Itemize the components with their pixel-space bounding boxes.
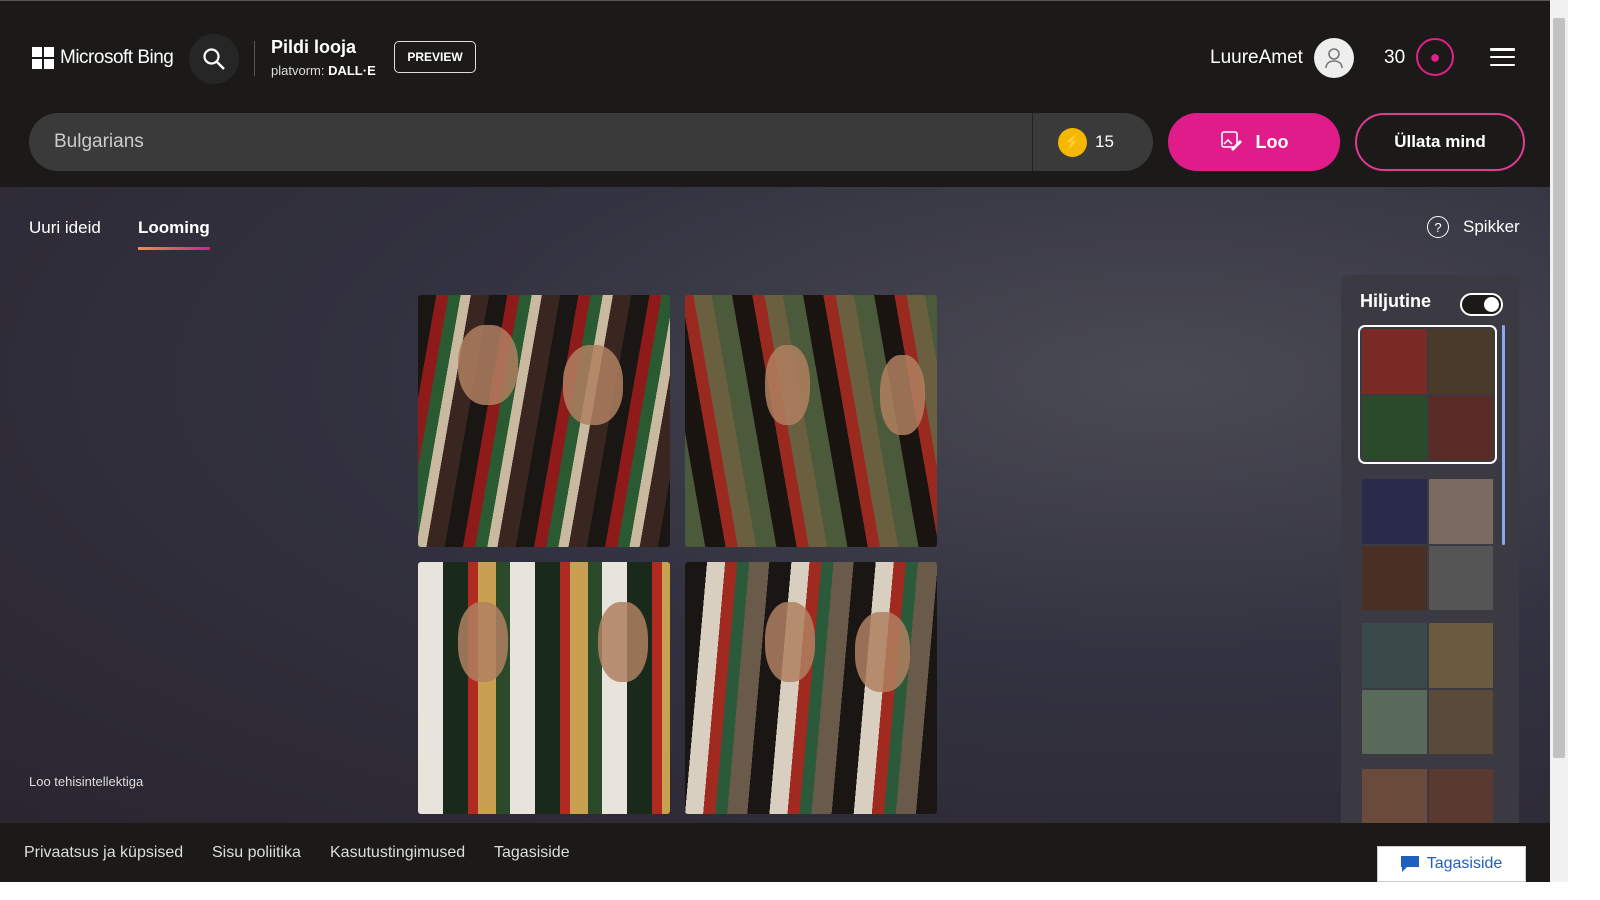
- image-create-icon: [1220, 131, 1242, 152]
- help-link[interactable]: ? Spikker: [1427, 216, 1520, 238]
- tab-creations[interactable]: Looming: [138, 218, 210, 250]
- bing-logo[interactable]: Microsoft Bing: [32, 47, 174, 69]
- scrollbar-thumb[interactable]: [1553, 18, 1565, 758]
- recent-panel: Hiljutine: [1341, 275, 1519, 823]
- page-title: Pildi looja: [271, 37, 357, 57]
- recent-scrollbar[interactable]: [1502, 325, 1505, 545]
- generated-image-4[interactable]: [685, 562, 937, 814]
- chat-icon: [1400, 856, 1419, 872]
- prompt-bar: ⚡ 15: [29, 113, 1153, 171]
- generated-image-1[interactable]: [418, 295, 670, 547]
- header: Microsoft Bing Pildi looja platvorm: DAL…: [0, 0, 1550, 187]
- tab-explore[interactable]: Uuri ideid: [29, 218, 101, 238]
- rewards-medal-icon[interactable]: ●: [1416, 38, 1454, 76]
- footer-terms-link[interactable]: Kasutustingimused: [330, 844, 465, 862]
- recent-title: Hiljutine: [1360, 291, 1431, 311]
- windows-logo-icon: [32, 47, 54, 69]
- recent-set-4[interactable]: [1362, 769, 1493, 823]
- username[interactable]: LuureAmet: [1210, 47, 1303, 69]
- help-icon: ?: [1427, 216, 1449, 238]
- blank-margin: [1568, 0, 1600, 900]
- boost-count: 15: [1095, 132, 1114, 151]
- search-button[interactable]: [189, 34, 239, 84]
- footer-privacy-link[interactable]: Privaatsus ja küpsised: [24, 844, 183, 862]
- user-icon: [1325, 48, 1343, 69]
- search-icon: [203, 48, 225, 70]
- create-label: Loo: [1255, 131, 1289, 152]
- rewards-points[interactable]: 30: [1384, 47, 1405, 69]
- prompt-input[interactable]: [54, 113, 1014, 171]
- generated-image-2[interactable]: [685, 295, 937, 547]
- footer-content-policy-link[interactable]: Sisu poliitika: [212, 844, 301, 862]
- create-button[interactable]: Loo: [1168, 113, 1340, 171]
- blank-margin-bottom: [0, 882, 1600, 900]
- feedback-label: Tagasiside: [1426, 855, 1503, 872]
- hamburger-menu-icon[interactable]: [1490, 48, 1515, 66]
- content-area: Uuri ideid Looming ? Spikker Loo tehisin…: [0, 187, 1550, 823]
- footer-feedback-link[interactable]: Tagasiside: [494, 844, 570, 862]
- generated-image-3[interactable]: [418, 562, 670, 814]
- boost-counter[interactable]: ⚡ 15: [1032, 113, 1153, 171]
- page-scrollbar[interactable]: [1550, 0, 1568, 882]
- lightning-icon: ⚡: [1058, 127, 1087, 157]
- recent-set-2[interactable]: [1362, 479, 1493, 610]
- avatar[interactable]: [1314, 38, 1354, 78]
- recent-toggle[interactable]: [1460, 293, 1503, 316]
- feedback-button[interactable]: Tagasiside: [1377, 846, 1526, 882]
- preview-badge[interactable]: PREVIEW: [394, 41, 476, 73]
- divider: [254, 41, 255, 76]
- brand-name: Microsoft Bing: [60, 47, 174, 68]
- recent-set-3[interactable]: [1362, 623, 1493, 754]
- ai-label: Loo tehisintellektiga: [29, 774, 144, 789]
- help-label: Spikker: [1463, 217, 1520, 236]
- surprise-me-button[interactable]: Üllata mind: [1355, 113, 1525, 171]
- platform-label: platvorm: DALL·E: [271, 63, 376, 78]
- recent-set-1[interactable]: [1358, 325, 1497, 464]
